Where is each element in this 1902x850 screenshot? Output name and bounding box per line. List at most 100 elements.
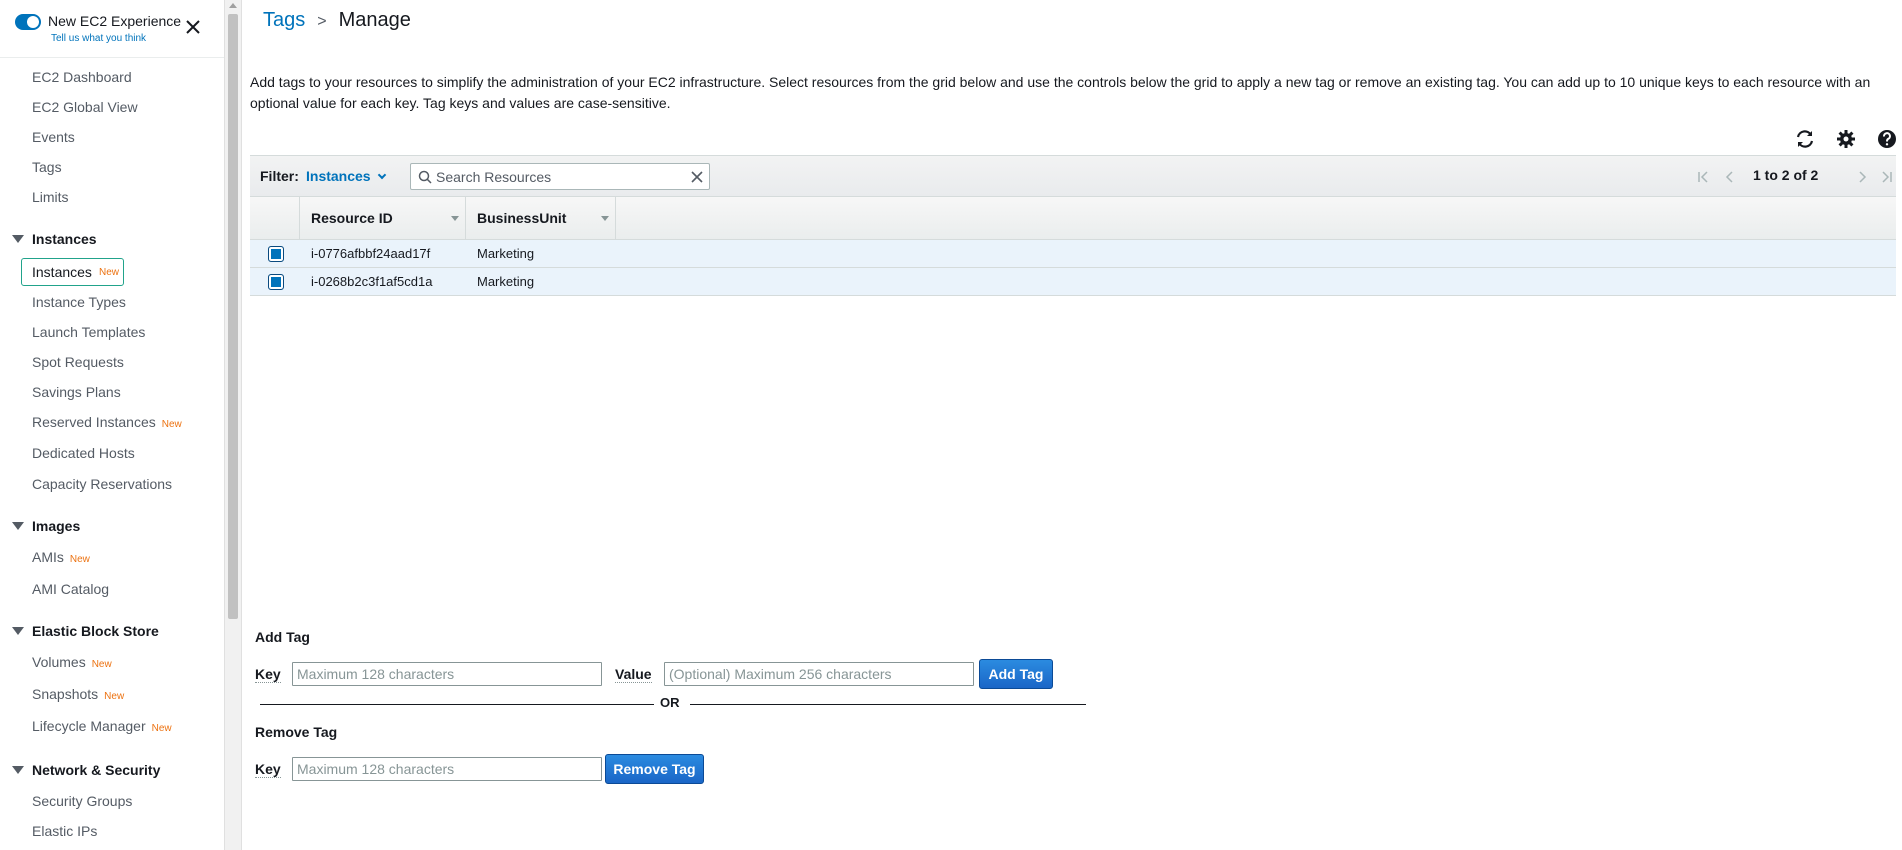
table-row[interactable]: i-0776afbbf24aad17f Marketing — [250, 240, 1896, 268]
clear-search-icon[interactable] — [690, 170, 704, 184]
section-network-security[interactable]: Network & Security — [12, 762, 160, 778]
search-icon — [418, 170, 432, 184]
sidebar-item-amis[interactable]: AMIs New — [32, 549, 90, 565]
section-title: Elastic Block Store — [32, 623, 159, 639]
business-unit-cell: Marketing — [477, 274, 535, 289]
sidebar-item-ec2-dashboard[interactable]: EC2 Dashboard — [32, 69, 132, 85]
add-tag-value-label: Value — [615, 666, 652, 683]
column-header-resource-id[interactable]: Resource ID — [300, 197, 466, 239]
sidebar-scrollbar[interactable] — [224, 0, 242, 850]
new-badge: New — [161, 419, 182, 430]
divider-line — [690, 704, 1086, 705]
remove-tag-button[interactable]: Remove Tag — [605, 754, 704, 784]
sidebar-item-lifecycle-manager[interactable]: Lifecycle Manager New — [32, 718, 172, 734]
remove-tag-key-input[interactable] — [292, 757, 602, 781]
sidebar: New EC2 Experience Tell us what you thin… — [0, 0, 224, 850]
add-tag-button[interactable]: Add Tag — [979, 659, 1053, 689]
resource-type-value: Instances — [306, 168, 371, 184]
caret-down-icon — [12, 627, 24, 635]
caret-down-icon — [12, 766, 24, 774]
caret-down-icon — [12, 522, 24, 530]
chevron-down-icon — [377, 170, 386, 180]
remove-tag-title: Remove Tag — [255, 724, 338, 740]
new-badge: New — [91, 659, 112, 670]
sidebar-item-volumes[interactable]: Volumes New — [32, 654, 112, 670]
new-experience-panel: New EC2 Experience Tell us what you thin… — [0, 0, 224, 58]
scroll-up-arrow-icon[interactable] — [229, 3, 237, 8]
sidebar-item-reserved-instances[interactable]: Reserved Instances New — [32, 414, 182, 430]
filter-label: Filter: — [260, 168, 299, 184]
search-input[interactable] — [436, 167, 684, 187]
scroll-thumb[interactable] — [228, 14, 238, 619]
add-tag-key-label: Key — [255, 666, 281, 683]
section-title: Network & Security — [32, 762, 161, 778]
business-unit-cell: Marketing — [477, 246, 535, 261]
settings-icon[interactable] — [1835, 128, 1857, 150]
close-icon[interactable] — [183, 17, 203, 37]
new-badge: New — [69, 554, 90, 565]
breadcrumb-separator: > — [317, 13, 327, 30]
last-page-icon[interactable] — [1878, 169, 1894, 185]
section-images[interactable]: Images — [12, 518, 80, 534]
sidebar-item-label: Instances — [32, 264, 92, 280]
pagination: 1 to 2 of 2 — [1696, 167, 1896, 187]
sidebar-item-savings-plans[interactable]: Savings Plans — [32, 384, 121, 400]
sidebar-item-capacity-reservations[interactable]: Capacity Reservations — [32, 476, 172, 492]
remove-tag-key-label: Key — [255, 761, 281, 778]
pagination-text: 1 to 2 of 2 — [1753, 167, 1819, 183]
new-badge: New — [99, 267, 120, 278]
first-page-icon[interactable] — [1696, 169, 1712, 185]
select-column-header — [250, 197, 300, 239]
section-title: Images — [32, 518, 81, 534]
column-header-label: BusinessUnit — [477, 210, 567, 226]
next-page-icon[interactable] — [1854, 169, 1870, 185]
new-experience-toggle[interactable] — [15, 14, 41, 30]
sidebar-item-label: AMIs — [32, 549, 64, 565]
sidebar-item-instances[interactable]: Instances New — [21, 258, 124, 286]
sidebar-item-dedicated-hosts[interactable]: Dedicated Hosts — [32, 445, 135, 461]
sort-caret-icon[interactable] — [451, 216, 459, 221]
help-icon[interactable] — [1876, 128, 1898, 150]
feedback-link[interactable]: Tell us what you think — [51, 33, 146, 44]
sidebar-item-spot-requests[interactable]: Spot Requests — [32, 354, 124, 370]
sidebar-item-security-groups[interactable]: Security Groups — [32, 793, 132, 809]
main-content: Tags > Manage Add tags to your resources t… — [250, 0, 1898, 850]
sidebar-item-launch-templates[interactable]: Launch Templates — [32, 324, 145, 340]
caret-down-icon — [12, 235, 24, 243]
filter-bar: Filter: Instances 1 to 2 of 2 — [250, 155, 1896, 197]
section-elastic-block-store[interactable]: Elastic Block Store — [12, 623, 159, 639]
previous-page-icon[interactable] — [1722, 169, 1738, 185]
sidebar-item-snapshots[interactable]: Snapshots New — [32, 686, 124, 702]
sidebar-item-label: Snapshots — [32, 686, 99, 702]
divider-line — [260, 704, 654, 705]
search-box — [410, 163, 710, 190]
breadcrumb-tags-link[interactable]: Tags — [263, 9, 305, 31]
breadcrumb: Tags > Manage — [263, 9, 411, 32]
page-title: Manage — [338, 9, 411, 31]
add-tag-title: Add Tag — [255, 629, 310, 645]
add-tag-key-input[interactable] — [292, 662, 602, 686]
resource-id-cell: i-0776afbbf24aad17f — [311, 246, 431, 261]
section-instances[interactable]: Instances — [12, 231, 97, 247]
new-experience-title: New EC2 Experience — [48, 13, 182, 29]
sidebar-item-limits[interactable]: Limits — [32, 189, 69, 205]
resource-type-dropdown[interactable]: Instances — [306, 168, 386, 184]
add-tag-value-input[interactable] — [664, 662, 974, 686]
row-checkbox[interactable] — [268, 274, 284, 290]
table-row[interactable]: i-0268b2c3f1af5cd1a Marketing — [250, 268, 1896, 296]
sidebar-item-instance-types[interactable]: Instance Types — [32, 294, 126, 310]
section-title: Instances — [32, 231, 97, 247]
sidebar-item-tags[interactable]: Tags — [32, 159, 62, 175]
column-header-label: Resource ID — [311, 210, 393, 226]
sidebar-item-ec2-global-view[interactable]: EC2 Global View — [32, 99, 138, 115]
sidebar-item-elastic-ips[interactable]: Elastic IPs — [32, 823, 97, 839]
row-checkbox[interactable] — [268, 246, 284, 262]
sort-caret-icon[interactable] — [601, 216, 609, 221]
divider-or-text: OR — [660, 695, 680, 710]
refresh-icon[interactable] — [1794, 128, 1816, 150]
column-header-business-unit[interactable]: BusinessUnit — [466, 197, 616, 239]
sidebar-item-label: Lifecycle Manager — [32, 718, 146, 734]
sidebar-item-ami-catalog[interactable]: AMI Catalog — [32, 581, 109, 597]
sidebar-item-label: Volumes — [32, 654, 86, 670]
sidebar-item-events[interactable]: Events — [32, 129, 75, 145]
